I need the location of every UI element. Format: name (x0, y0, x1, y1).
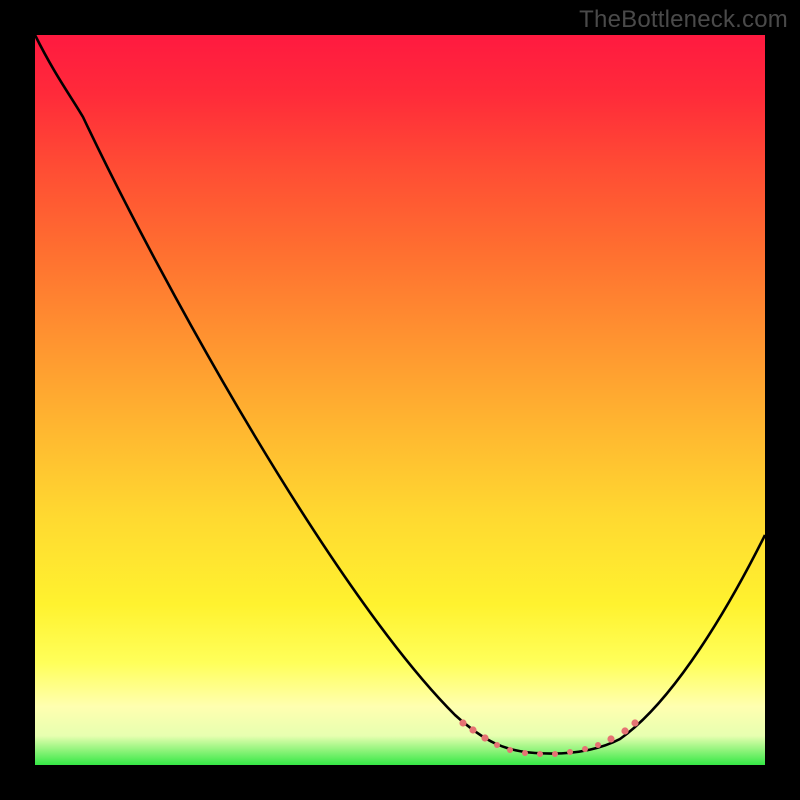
bottleneck-curve (35, 35, 765, 754)
plot-area (35, 35, 765, 765)
chart-container: TheBottleneck.com (0, 0, 800, 800)
curve-layer (35, 35, 765, 765)
watermark-text: TheBottleneck.com (579, 6, 788, 34)
highlight-dots (459, 719, 638, 757)
